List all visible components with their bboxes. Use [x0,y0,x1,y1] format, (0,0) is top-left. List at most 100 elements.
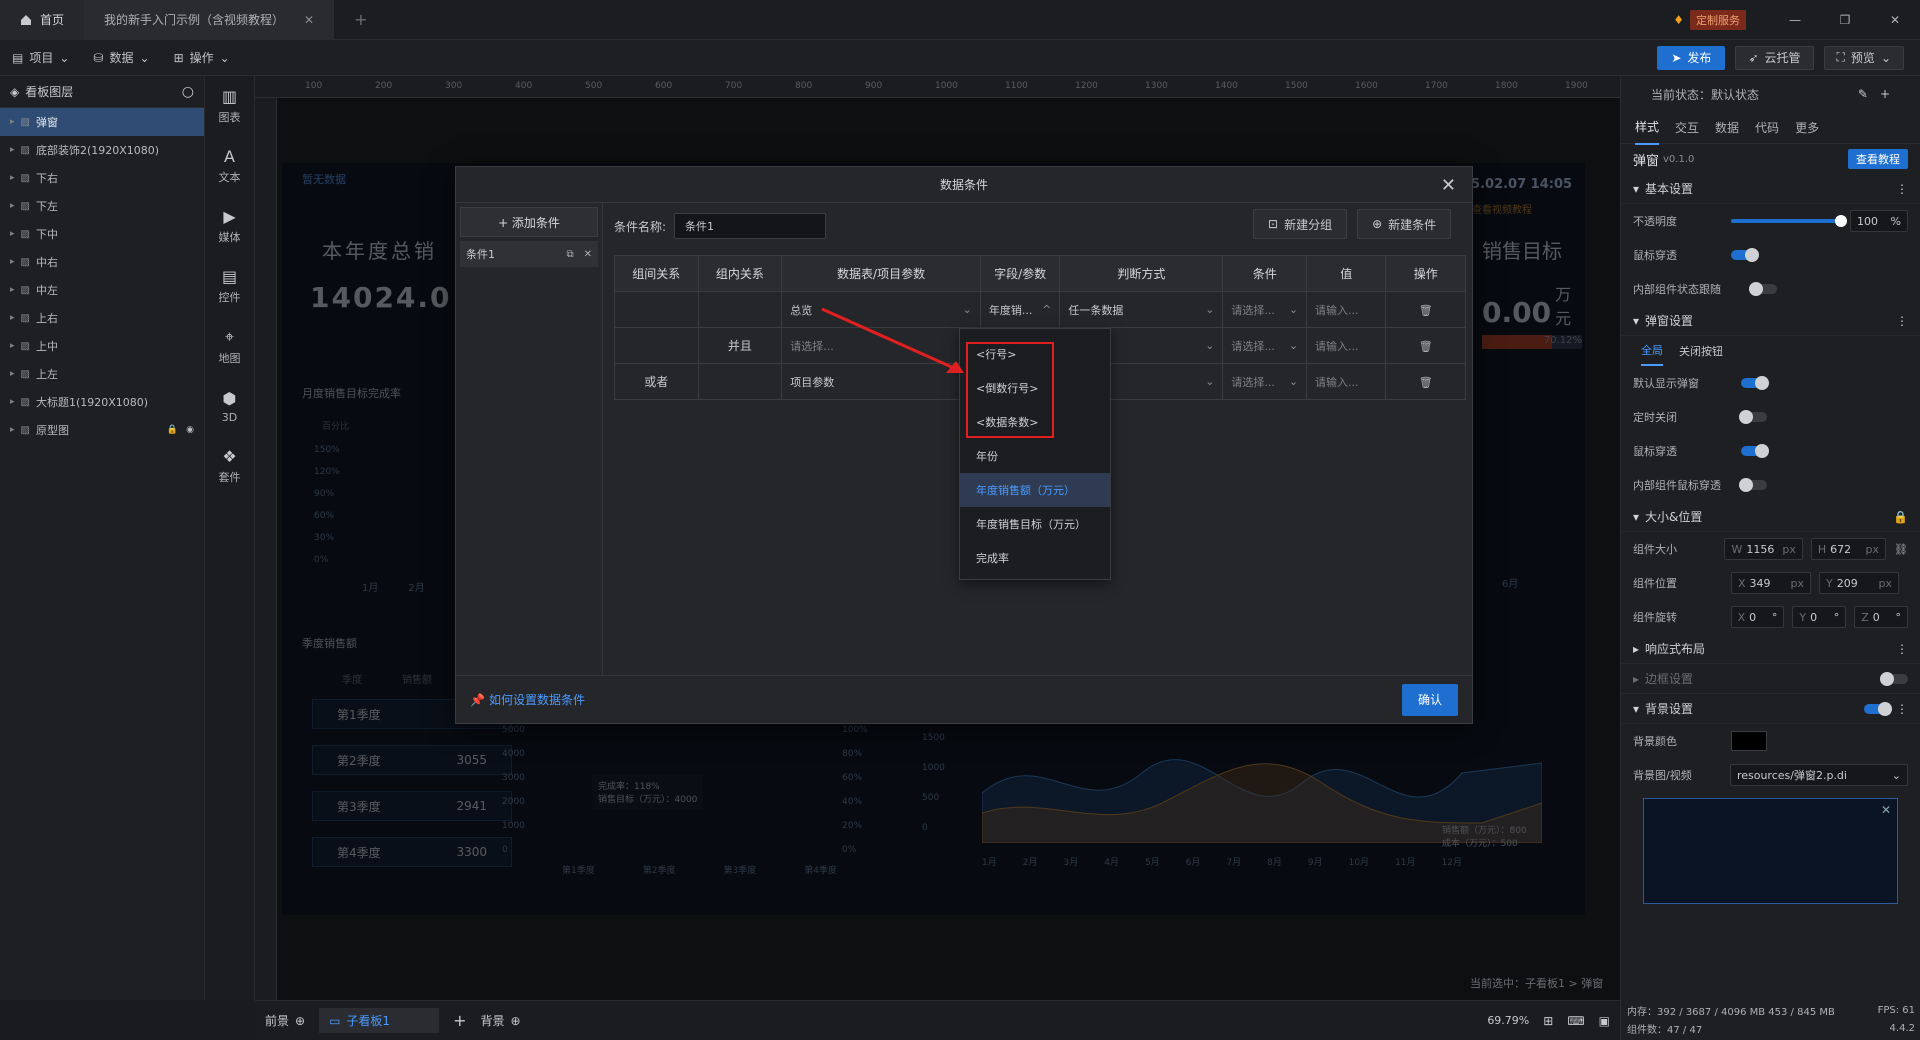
global-tab[interactable]: 全局 [1641,336,1663,366]
caret-right-icon[interactable]: ▸ [10,257,15,267]
opacity-slider[interactable] [1731,215,1847,227]
zoom-level[interactable]: 69.79% [1487,1014,1529,1027]
document-tab[interactable]: 我的新手入门示例（含视频教程） ✕ [84,0,335,40]
condition-cell-field[interactable]: 年度销... ^ [979,291,1061,328]
tool-kit[interactable]: ❖ 套件 [205,436,254,496]
new-group-button[interactable]: ⊡ 新建分组 [1253,209,1348,239]
layer-item[interactable]: ▸ ▨ 上右 [0,304,204,332]
dropdown-option[interactable]: 年份 [960,439,1110,473]
lock-icon[interactable]: 🔒 [1893,510,1908,524]
condition-cell-value[interactable]: 请输入... [1306,291,1387,328]
mouse-through2-toggle[interactable] [1741,444,1769,458]
add-board-icon[interactable]: + [453,1011,466,1030]
tool-control[interactable]: ▤ 控件 [205,256,254,316]
preview-button[interactable]: ⛶ 预览 ⌄ [1823,45,1904,70]
cloud-hosting-button[interactable]: ➶ 云托管 [1735,45,1814,70]
menu-project[interactable]: ▤ 项目 ⌄ [0,40,81,76]
sub-board-tab[interactable]: ▭ 子看板1 [319,1008,440,1033]
home-tab[interactable]: 首页 [0,0,85,40]
property-tab[interactable]: 交互 [1675,111,1699,144]
caret-right-icon[interactable]: ▸ [10,201,15,211]
custom-service-button[interactable]: ♦ 定制服务 [1673,9,1746,30]
tool-text[interactable]: A 文本 [205,136,254,196]
condition-cell-value[interactable]: 请输入... [1306,327,1387,364]
help-link[interactable]: 📌 如何设置数据条件 [470,691,585,708]
menu-operation[interactable]: ⊞ 操作 ⌄ [162,40,242,76]
add-foreground-icon[interactable]: ⊕ [295,1014,305,1028]
responsive-section[interactable]: ▸ 响应式布局 ⋮ [1621,634,1920,664]
new-tab-button[interactable]: + [334,0,387,40]
more-icon[interactable]: ⋮ [1896,314,1908,328]
search-icon[interactable]: ○ [182,84,194,100]
height-input[interactable]: H 672 px [1810,538,1887,560]
add-state-icon[interactable]: + [1880,87,1890,101]
layer-item[interactable]: ▸ ▨ 下中 [0,220,204,248]
tool-cube[interactable]: ⬢ 3D [205,376,254,436]
more-icon[interactable]: ⋮ [1896,702,1908,716]
caret-right-icon[interactable]: ▸ [10,229,15,239]
layer-item[interactable]: ▸ ▨ 下左 [0,192,204,220]
layer-item[interactable]: ▸ ▨ 中右 [0,248,204,276]
publish-button[interactable]: ➤ 发布 [1657,45,1726,70]
fit-icon[interactable]: ⊞ [1543,1014,1553,1028]
lock-icon[interactable]: 🔒 [167,425,178,435]
condition-item[interactable]: 条件1 ⧉ ✕ [460,241,598,267]
layer-item[interactable]: ▸ ▨ 上中 [0,332,204,360]
caret-right-icon[interactable]: ▸ [10,397,15,407]
caret-right-icon[interactable]: ▸ [10,117,15,127]
more-icon[interactable]: ⋮ [1896,182,1908,196]
close-button-tab[interactable]: 关闭按钮 [1679,343,1723,359]
background-tab[interactable]: 背景 [480,1012,504,1029]
preview-close-icon[interactable]: ✕ [1881,803,1891,817]
dialog-close-icon[interactable]: ✕ [1441,175,1456,196]
rot-z-input[interactable]: Z 0 ° [1854,606,1909,628]
terminal-icon[interactable]: ▣ [1599,1014,1610,1028]
window-close-icon[interactable]: ✕ [1870,13,1920,27]
minimize-icon[interactable]: — [1770,13,1820,27]
y-input[interactable]: Y 209 px [1819,572,1899,594]
confirm-button[interactable]: 确认 [1401,683,1458,716]
trash-icon[interactable]: 🗑 [1419,304,1433,317]
layer-item[interactable]: ▸ ▨ 弹窗 [0,108,204,136]
caret-right-icon[interactable]: ▸ [10,341,15,351]
layer-item[interactable]: ▸ ▨ 大标题1(1920X1080) [0,388,204,416]
close-tab-icon[interactable]: ✕ [304,13,314,27]
more-icon[interactable]: ⋮ [1896,642,1908,656]
link-icon[interactable]: ⛓ [1894,543,1908,556]
border-toggle[interactable] [1880,671,1908,686]
delete-condition-icon[interactable]: ✕ [584,249,592,260]
inner-follow-toggle[interactable] [1749,282,1777,296]
menu-data[interactable]: ⛁ 数据 ⌄ [81,40,161,76]
dropdown-option[interactable]: 完成率 [960,541,1110,575]
opacity-input[interactable]: 100% [1850,210,1908,232]
dropdown-option[interactable]: 年度销售额（万元） [960,473,1110,507]
copy-icon[interactable]: ⧉ [566,249,573,260]
caret-right-icon[interactable]: ▸ [10,425,15,435]
size-position-section[interactable]: ▾ 大小&位置 🔒 [1621,502,1920,532]
rot-y-input[interactable]: Y 0 ° [1792,606,1847,628]
mouse-through-toggle[interactable] [1731,248,1759,262]
restore-icon[interactable]: ❐ [1820,13,1870,27]
property-tab[interactable]: 样式 [1635,110,1660,145]
caret-right-icon[interactable]: ▸ [10,285,15,295]
add-background-icon[interactable]: ⊕ [511,1014,521,1028]
layer-item[interactable]: ▸ ▨ 原型图 🔒 ◉ [0,416,204,444]
caret-right-icon[interactable]: ▸ [10,145,15,155]
caret-right-icon[interactable]: ▸ [10,369,15,379]
tool-map[interactable]: ⌖ 地图 [205,316,254,376]
condition-cell-value[interactable]: 请输入... [1306,363,1387,400]
bg-color-swatch[interactable] [1731,731,1767,751]
new-condition-button[interactable]: ⊕ 新建条件 [1357,209,1452,239]
foreground-tab[interactable]: 前景 [265,1012,289,1029]
keyboard-icon[interactable]: ⌨ [1567,1014,1584,1028]
condition-cell-cond[interactable]: 请选择... ⌄ [1222,363,1308,400]
border-section[interactable]: ▸ 边框设置 [1621,664,1920,694]
property-tab[interactable]: 数据 [1715,111,1739,144]
dropdown-option[interactable]: 年度销售目标（万元） [960,507,1110,541]
trash-icon[interactable]: 🗑 [1419,340,1433,353]
tool-bar-chart[interactable]: ▥ 图表 [205,76,254,136]
tool-media[interactable]: ▶ 媒体 [205,196,254,256]
basic-settings-section[interactable]: ▾ 基本设置 ⋮ [1621,174,1920,204]
property-tab[interactable]: 代码 [1755,111,1779,144]
layer-item[interactable]: ▸ ▨ 底部装饰2(1920X1080) [0,136,204,164]
